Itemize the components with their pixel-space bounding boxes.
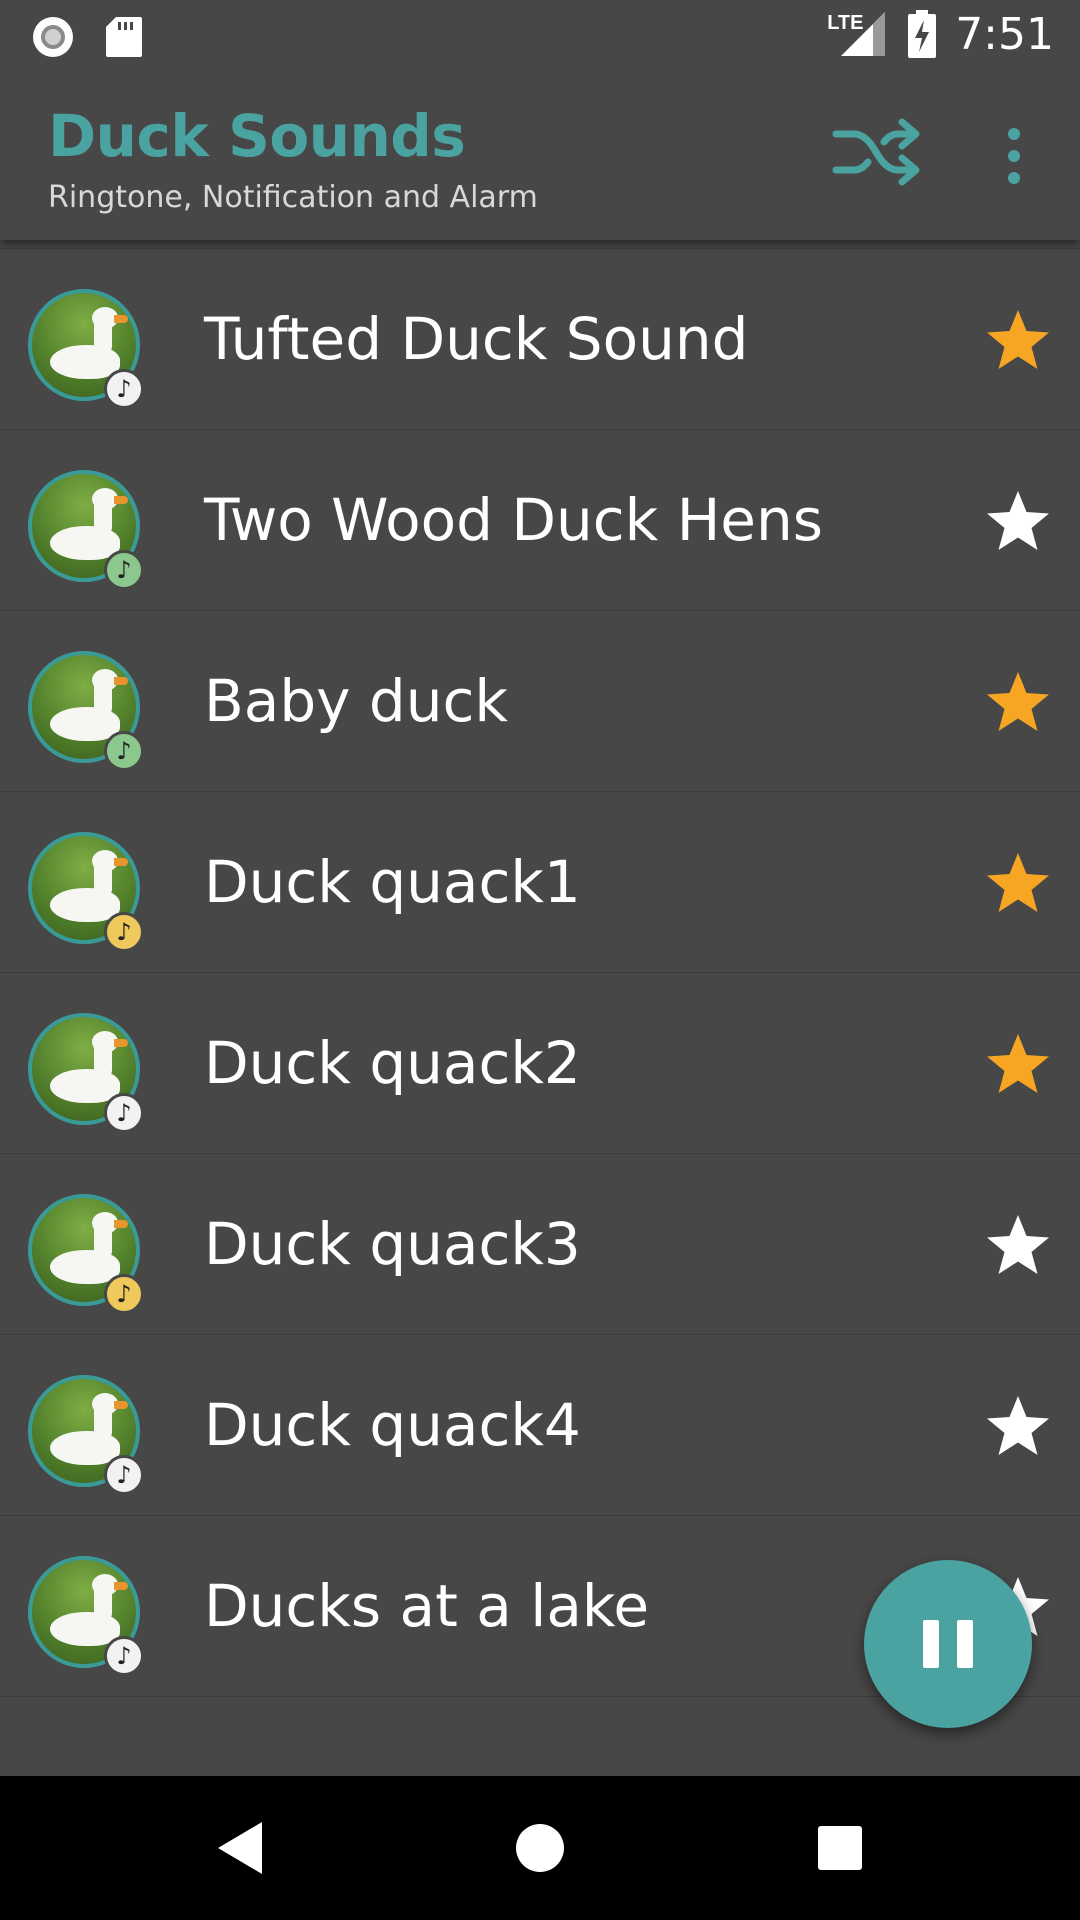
star-shape	[987, 1034, 1049, 1093]
duck-bill	[114, 1401, 128, 1409]
status-bar: LTE 7:51	[0, 0, 1080, 72]
recents-button[interactable]	[760, 1776, 920, 1920]
star-outline-icon[interactable]	[984, 1212, 1052, 1280]
signal-icon: LTE	[827, 8, 889, 60]
sound-title: Duck quack4	[204, 1391, 581, 1459]
duck-bill	[114, 1220, 128, 1228]
record-icon	[33, 17, 73, 57]
duck-bill	[114, 1039, 128, 1047]
music-note-icon: ♪	[104, 1274, 144, 1314]
sound-title: Duck quack3	[204, 1210, 581, 1278]
sound-list[interactable]: ♪Ring-necked Duck call♪Tufted Duck Sound…	[0, 148, 1080, 1776]
sound-row[interactable]: ♪ Baby duck	[0, 611, 1080, 792]
clock: 7:51	[955, 8, 1054, 60]
recents-icon	[818, 1826, 862, 1870]
sound-row[interactable]: ♪ Duck quack3	[0, 1154, 1080, 1335]
sound-title: Baby duck	[204, 667, 508, 735]
music-note-icon: ♪	[104, 369, 144, 409]
star-shape	[987, 853, 1049, 912]
music-note-icon: ♪	[104, 1455, 144, 1495]
sd-card-icon	[106, 17, 142, 57]
status-bar-left-icons	[30, 14, 144, 60]
app-title: Duck Sounds	[48, 102, 466, 170]
music-note-icon: ♪	[104, 912, 144, 952]
duck-bill	[114, 858, 128, 866]
pause-button[interactable]	[864, 1560, 1032, 1728]
sound-row[interactable]: ♪ Duck quack2	[0, 973, 1080, 1154]
star-shape	[987, 491, 1049, 550]
back-button[interactable]	[160, 1776, 320, 1920]
shuffle-icon[interactable]	[832, 116, 920, 188]
sound-row[interactable]: ♪ Two Wood Duck Hens	[0, 430, 1080, 611]
sound-title: Duck quack1	[204, 848, 581, 916]
more-vert-icon[interactable]	[988, 124, 1040, 188]
duck-bill	[114, 496, 128, 504]
sound-title: Tufted Duck Sound	[204, 305, 749, 373]
back-icon	[218, 1822, 262, 1874]
status-bar-right-icons: LTE 7:51	[827, 8, 1054, 60]
music-note-icon: ♪	[104, 1636, 144, 1676]
duck-bill	[114, 677, 128, 685]
app-bar: Duck Sounds Ringtone, Notification and A…	[0, 72, 1080, 240]
star-filled-icon[interactable]	[984, 1031, 1052, 1099]
sound-row[interactable]: ♪ Duck quack4	[0, 1335, 1080, 1516]
music-note-icon: ♪	[104, 550, 144, 590]
home-icon	[516, 1824, 564, 1872]
star-filled-icon[interactable]	[984, 669, 1052, 737]
music-note-icon: ♪	[104, 731, 144, 771]
star-outline-icon[interactable]	[984, 1393, 1052, 1461]
pause-icon-bar-right	[957, 1620, 973, 1668]
pause-icon-bar-left	[923, 1620, 939, 1668]
app-subtitle: Ringtone, Notification and Alarm	[48, 180, 538, 215]
sound-title: Duck quack2	[204, 1029, 581, 1097]
sound-title: Ducks at a lake	[204, 1572, 650, 1640]
battery-charging-icon	[908, 10, 937, 58]
star-shape	[987, 672, 1049, 731]
star-outline-icon[interactable]	[984, 488, 1052, 556]
home-button[interactable]	[460, 1776, 620, 1920]
star-shape	[987, 310, 1049, 369]
music-note-icon: ♪	[104, 1093, 144, 1133]
navigation-bar	[0, 1776, 1080, 1920]
sound-row[interactable]: ♪ Tufted Duck Sound	[0, 249, 1080, 430]
star-filled-icon[interactable]	[984, 850, 1052, 918]
star-filled-icon[interactable]	[984, 307, 1052, 375]
duck-bill	[114, 315, 128, 323]
sound-row[interactable]: ♪ Duck quack1	[0, 792, 1080, 973]
star-shape	[987, 1396, 1049, 1455]
sound-title: Two Wood Duck Hens	[204, 486, 823, 554]
star-shape	[987, 1215, 1049, 1274]
duck-bill	[114, 1582, 128, 1590]
